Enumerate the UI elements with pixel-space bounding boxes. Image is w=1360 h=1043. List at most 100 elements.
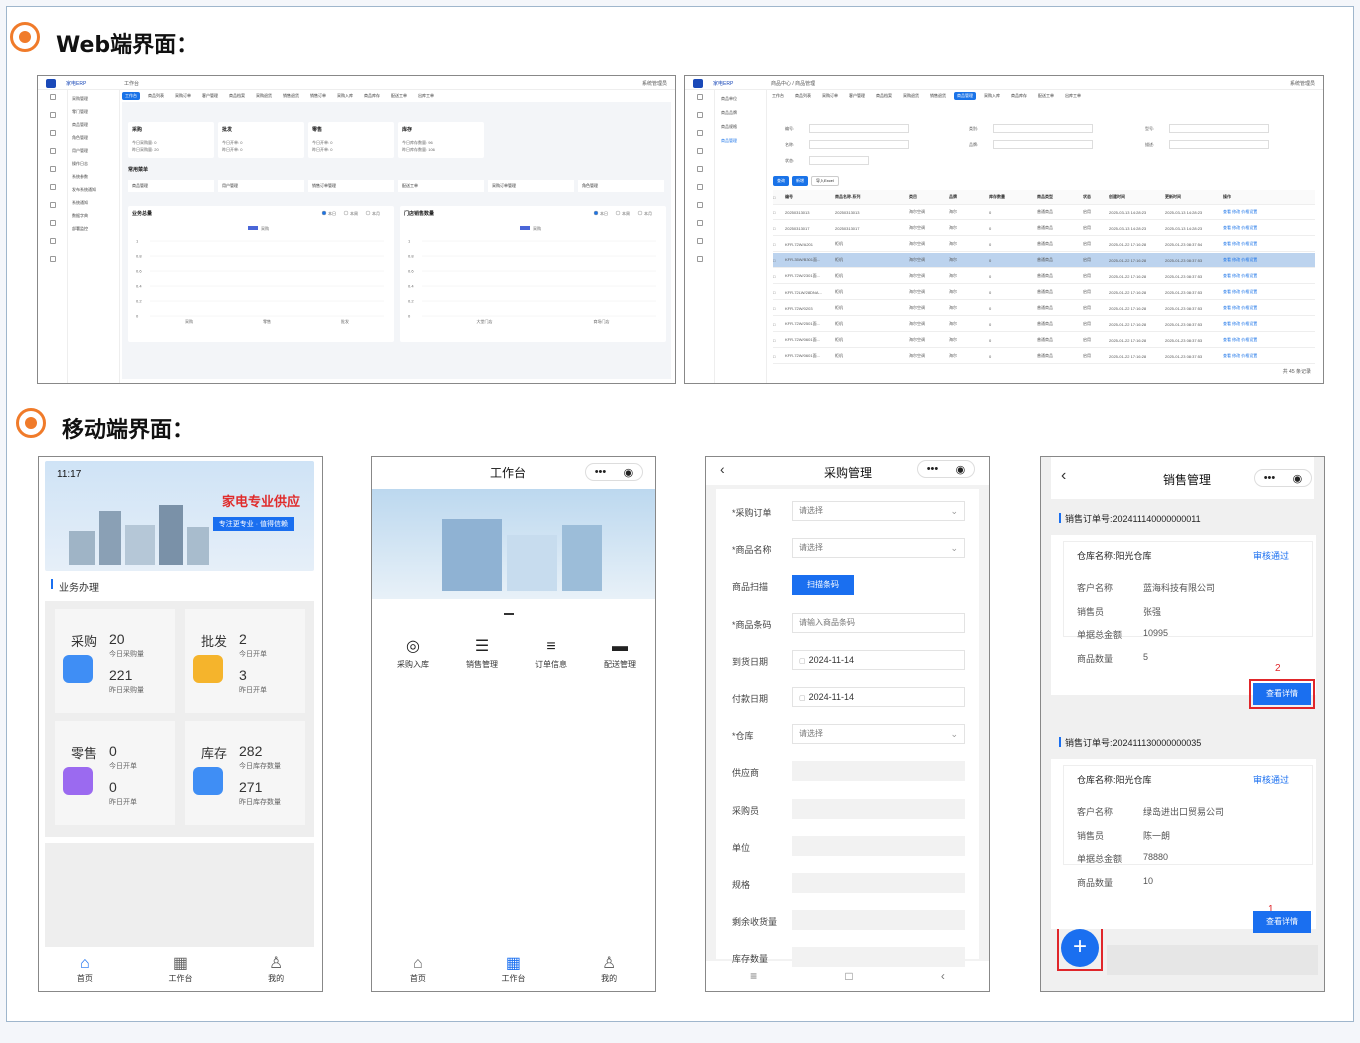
tab-item[interactable]: 商品库存 (1008, 92, 1030, 100)
nav-icon[interactable] (50, 94, 56, 100)
import-excel-button[interactable]: 导入Excel (811, 176, 839, 186)
common-menu-button[interactable]: 配送工单 (398, 180, 484, 192)
target-icon[interactable]: ◉ (624, 466, 634, 479)
user-name[interactable]: 系统管理员 (1290, 80, 1315, 87)
nav-icon[interactable] (697, 166, 703, 172)
tab-item[interactable]: 客户管理 (846, 92, 868, 100)
tab-item[interactable]: 采购订单 (172, 92, 194, 100)
nav-icon[interactable] (50, 166, 56, 172)
table-row[interactable]: □ KFR-72W/0203 柜机 海尔空调 海尔 0 普通商品 启用 2025-01-22 1… (773, 301, 1315, 316)
tab-item[interactable]: 工作台 (122, 92, 140, 100)
workbench-item[interactable]: ▬ 配送管理 (587, 637, 653, 677)
menu-item[interactable]: 数据字典 (72, 213, 88, 219)
target-icon[interactable]: ◉ (956, 463, 966, 476)
checkbox[interactable]: □ (773, 322, 785, 327)
field-input[interactable]: ▢ 2024-11-14 (792, 687, 965, 707)
menu-item[interactable]: 发布系统通知 (72, 187, 96, 193)
column-header[interactable]: 创建时间 (1109, 194, 1165, 200)
field-input[interactable] (792, 910, 965, 931)
workbench-item[interactable]: ≡ 订单信息 (518, 637, 584, 677)
menu-item[interactable]: 用户管理 (72, 148, 88, 154)
pagination[interactable]: 共 45 条记录 (1283, 368, 1311, 375)
checkbox[interactable]: □ (773, 258, 785, 263)
nav-icon[interactable] (50, 202, 56, 208)
column-header[interactable]: 更新时间 (1165, 194, 1223, 200)
filter-radio[interactable] (593, 210, 599, 216)
more-icon[interactable]: ••• (1264, 472, 1276, 484)
table-row[interactable]: □ KFR-72W/0601面... 柜机 海尔空调 海尔 0 普通商品 启用 2025-01-… (773, 333, 1315, 348)
checkbox[interactable]: □ (773, 290, 785, 295)
nav-item[interactable]: ▦ 工作台 (501, 955, 525, 984)
menu-item[interactable]: 商品规格 (721, 124, 737, 130)
workbench-item[interactable]: ◎ 采购入库 (380, 637, 446, 677)
back-nav-icon[interactable]: ‹ (941, 969, 945, 983)
nav-icon[interactable] (697, 220, 703, 226)
nav-icon[interactable] (50, 130, 56, 136)
menu-item[interactable]: 零门管理 (72, 109, 88, 115)
checkbox[interactable]: □ (773, 306, 785, 311)
menu-item[interactable]: 采购管理 (72, 96, 88, 102)
home-icon[interactable]: □ (845, 969, 852, 983)
nav-icon[interactable] (50, 184, 56, 190)
capsule-menu[interactable]: ••• ◉ (1254, 469, 1312, 487)
field-input[interactable]: 请输入商品条码 (792, 612, 965, 633)
tab-item[interactable]: 采购退货 (900, 92, 922, 100)
capsule-menu[interactable]: ••• ◉ (917, 460, 975, 478)
scan-barcode-button[interactable]: 扫描条码 (792, 575, 854, 596)
tab-item[interactable]: 出库工单 (1062, 92, 1084, 100)
workbench-item[interactable]: ☰ 销售管理 (449, 637, 515, 677)
table-row[interactable]: □ KFR-72LW/28DNA... 柜机 海尔空调 海尔 0 普通商品 启用 2025-01… (773, 285, 1315, 300)
column-header[interactable]: 品牌 (949, 194, 989, 200)
nav-icon[interactable] (697, 256, 703, 262)
business-card[interactable]: 零售 0 今日开单 0 昨日开单 (55, 721, 175, 825)
tab-item[interactable]: 商品库存 (361, 92, 383, 100)
tab-item[interactable]: 销售退货 (927, 92, 949, 100)
table-row[interactable]: □ KFR-72W/0601面... 柜机 海尔空调 海尔 0 普通商品 启用 2025-01-… (773, 349, 1315, 364)
nav-item[interactable]: ♙ 我的 (268, 955, 284, 984)
filter-input[interactable] (1169, 140, 1269, 149)
table-cell[interactable]: 查看 修改 价格设置 (1223, 209, 1293, 215)
tab-item[interactable]: 配送工单 (388, 92, 410, 100)
menu-item[interactable]: 操作日志 (72, 161, 88, 167)
nav-icon[interactable] (697, 112, 703, 118)
tab-item[interactable]: 采购订单 (819, 92, 841, 100)
tab-item[interactable]: 客户管理 (199, 92, 221, 100)
filter-input[interactable] (993, 124, 1093, 133)
filter-radio[interactable] (321, 210, 327, 216)
column-header[interactable]: 商品名称-系列 (835, 194, 909, 200)
table-cell[interactable]: 查看 修改 价格设置 (1223, 225, 1293, 231)
tab-item[interactable]: 配送工单 (1035, 92, 1057, 100)
filter-radio[interactable] (365, 210, 371, 216)
filter-input[interactable] (809, 124, 909, 133)
checkbox[interactable]: □ (773, 210, 785, 215)
menu-item[interactable]: 商品管理 (721, 138, 737, 144)
nav-item[interactable]: ♙ 我的 (601, 955, 617, 984)
checkbox[interactable]: □ (773, 226, 785, 231)
field-input[interactable] (792, 798, 965, 819)
table-row[interactable]: □ KFR-72W/2501面... 柜机 海尔空调 海尔 0 普通商品 启用 2025-01-… (773, 317, 1315, 332)
back-icon[interactable]: ‹ (720, 461, 725, 477)
tab-item[interactable]: 出库工单 (415, 92, 437, 100)
tab-item[interactable]: 销售订单 (307, 92, 329, 100)
filter-input[interactable] (809, 156, 869, 165)
checkbox[interactable]: □ (773, 242, 785, 247)
view-detail-button[interactable]: 查看详情 (1253, 683, 1311, 705)
field-input[interactable]: ▢ 2024-11-14 (792, 649, 965, 670)
field-input[interactable]: 请选择 ⌄ (792, 538, 965, 559)
table-row[interactable]: □ 20250313013 20250313013 海尔空调 海尔 0 普通商品 启用 2025… (773, 205, 1315, 220)
search-button[interactable]: 查询 (773, 176, 789, 186)
add-button[interactable]: 新增 (792, 176, 808, 186)
column-header[interactable]: 库存数量 (989, 194, 1037, 200)
field-input[interactable] (792, 873, 965, 893)
menu-item[interactable]: 商品品牌 (721, 110, 737, 116)
common-menu-button[interactable]: 角色管理 (578, 180, 664, 192)
nav-icon[interactable] (697, 94, 703, 100)
target-icon[interactable]: ◉ (1293, 472, 1303, 485)
checkbox[interactable]: □ (773, 338, 785, 343)
nav-icon[interactable] (50, 220, 56, 226)
filter-input[interactable] (993, 140, 1093, 149)
table-cell[interactable]: 查看 修改 价格设置 (1223, 257, 1293, 263)
business-card[interactable]: 库存 282 今日库存数量 271 昨日库存数量 (185, 721, 305, 825)
filter-input[interactable] (1169, 124, 1269, 133)
field-input[interactable] (792, 835, 965, 856)
